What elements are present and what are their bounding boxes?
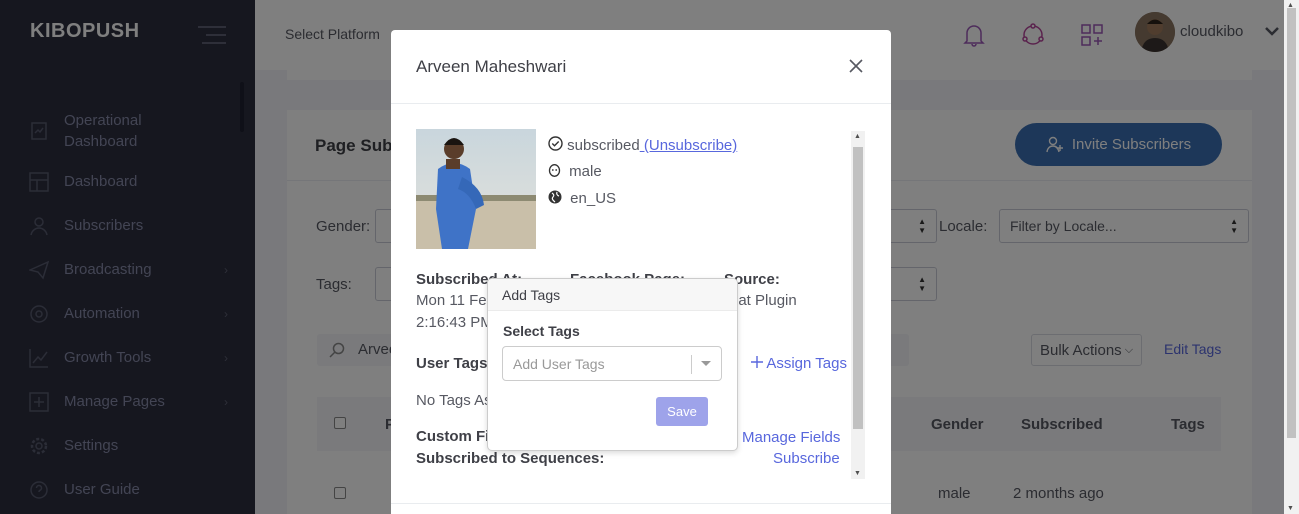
- modal-title: Arveen Maheshwari: [416, 57, 567, 76]
- close-icon[interactable]: [849, 58, 863, 76]
- subscribed-at-date: Mon 11 Feb: [416, 292, 495, 309]
- check-circle-icon: [548, 136, 563, 151]
- divider: [391, 503, 891, 504]
- page-scrollbar[interactable]: ▲ ▼: [1284, 0, 1299, 514]
- dropdown-caret-icon[interactable]: [701, 361, 711, 366]
- globe-icon: [548, 190, 562, 204]
- status-text: subscribed: [567, 137, 640, 154]
- divider: [691, 355, 692, 374]
- manage-fields-link[interactable]: Manage Fields: [742, 429, 840, 446]
- subscriber-gender: male: [548, 163, 602, 180]
- scrollbar-thumb[interactable]: [1287, 8, 1296, 438]
- add-tags-popover: Add Tags Select Tags Add User Tags Save: [487, 278, 738, 451]
- popover-title: Add Tags: [502, 287, 561, 303]
- subscribe-sequence-link[interactable]: Subscribe: [773, 450, 840, 467]
- sequences-label: Subscribed to Sequences:: [416, 450, 605, 467]
- gender-text: male: [569, 163, 602, 180]
- user-tags-label: User Tags:: [416, 355, 493, 372]
- assign-tags-link[interactable]: Assign Tags: [751, 355, 847, 372]
- no-tags-text: No Tags As: [416, 392, 492, 409]
- unsubscribe-link[interactable]: (Unsubscribe): [640, 137, 737, 154]
- assign-tags-label: Assign Tags: [766, 355, 847, 372]
- divider: [391, 103, 891, 104]
- save-button[interactable]: Save: [656, 397, 708, 426]
- gender-icon: [548, 164, 561, 177]
- scroll-down-icon[interactable]: ▼: [1287, 505, 1294, 512]
- scroll-up-icon[interactable]: ▲: [854, 133, 861, 140]
- subscription-status: subscribed (Unsubscribe): [548, 136, 737, 154]
- select-placeholder: Add User Tags: [513, 356, 605, 372]
- source-value: hat Plugin: [730, 292, 797, 309]
- popover-header: Add Tags: [488, 279, 737, 311]
- subscribed-at-time: 2:16:43 PM: [416, 314, 493, 331]
- subscriber-photo: [416, 129, 536, 249]
- scroll-down-icon[interactable]: ▼: [854, 470, 861, 477]
- modal-scrollbar[interactable]: ▲ ▼: [851, 131, 865, 479]
- locale-text: en_US: [570, 190, 617, 207]
- select-tags-label: Select Tags: [503, 323, 580, 339]
- scrollbar-thumb[interactable]: [853, 147, 863, 429]
- subscriber-locale: en_US: [548, 190, 616, 207]
- user-tags-select[interactable]: Add User Tags: [502, 346, 722, 381]
- plus-icon: [751, 356, 763, 368]
- custom-fields-label: Custom Fi: [416, 428, 490, 445]
